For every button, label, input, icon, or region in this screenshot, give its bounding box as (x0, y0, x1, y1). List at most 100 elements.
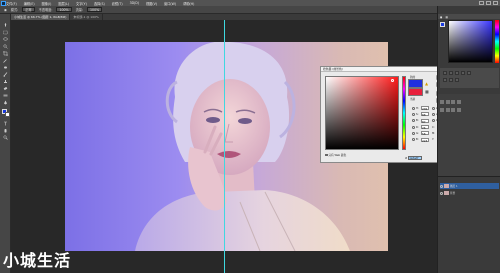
minimize-icon[interactable] (479, 0, 484, 5)
stamp-tool-icon[interactable] (3, 78, 9, 84)
marquee-tool-icon[interactable] (3, 29, 9, 35)
adjustments-row (440, 100, 461, 104)
swatch-cell[interactable] (443, 78, 447, 82)
swatches-panel-tab-icon[interactable]: ▦ (445, 15, 448, 19)
menu-window[interactable]: 窗口(W) (164, 1, 176, 6)
saturation-brightness-field[interactable] (325, 76, 399, 150)
radio-g[interactable] (412, 131, 415, 135)
crop-tool-icon[interactable] (3, 50, 9, 56)
out-of-gamut-warning-icon[interactable]: ▲ (425, 81, 429, 86)
radio-s[interactable] (412, 112, 415, 116)
field-input-h[interactable]: 235 (421, 106, 429, 111)
menu-type[interactable]: 文字(Y) (76, 1, 87, 6)
swatch-cell[interactable] (449, 78, 453, 82)
color-balance-icon[interactable] (451, 108, 455, 112)
swatch-cell[interactable] (461, 71, 465, 75)
radio-a[interactable] (432, 112, 435, 116)
radio-lab-b[interactable] (432, 119, 435, 123)
layer-row[interactable]: 图层 1 (440, 183, 499, 189)
radio-l[interactable] (432, 106, 435, 110)
text-tool-icon[interactable] (3, 120, 9, 126)
swatch-cell[interactable] (455, 78, 459, 82)
hex-input[interactable]: 1a3adf (408, 156, 423, 160)
pen-tool-icon[interactable] (3, 99, 9, 105)
web-colors-label: 只有 Web 颜色 (328, 154, 347, 157)
menu-layer[interactable]: 图层(L) (58, 1, 69, 6)
field-input-blue[interactable]: 223 (421, 137, 429, 143)
color-panel-field[interactable] (448, 20, 493, 63)
black-white-icon[interactable] (456, 108, 461, 112)
maximize-icon[interactable] (486, 0, 491, 5)
radio-h[interactable] (412, 106, 415, 110)
menu-3d[interactable]: 3D(D) (130, 1, 139, 5)
swatch-cell[interactable] (443, 71, 447, 75)
brightness-icon[interactable] (440, 100, 444, 104)
field-input-r[interactable]: 26 (421, 125, 429, 130)
menu-file[interactable]: 文件(F) (6, 1, 17, 6)
gradient-tool-icon[interactable] (3, 92, 9, 98)
tools-panel (0, 14, 11, 273)
visibility-eye-icon[interactable] (440, 191, 443, 195)
photoshop-window: 文件(F) 编辑(E) 图像(I) 图层(L) 文字(Y) 选择(S) 滤镜(T… (0, 0, 500, 273)
swatch-cell[interactable] (455, 71, 459, 75)
vibrance-icon[interactable] (440, 108, 444, 112)
layer-thumbnail (444, 191, 449, 195)
panel-foreground-swatch[interactable] (440, 22, 445, 27)
menu-filter[interactable]: 滤镜(T) (112, 1, 123, 6)
layer-name: 背景 (450, 192, 456, 195)
layer-name: 图层 1 (450, 185, 458, 188)
menu-view[interactable]: 视图(V) (146, 1, 157, 6)
field-input-g[interactable]: 58 (421, 131, 429, 136)
opacity-input[interactable]: 100% (56, 7, 72, 12)
brush-preset-icon[interactable]: ◉ (4, 8, 7, 12)
field-row-blue: B: 223 (412, 136, 429, 143)
swatch-cell[interactable] (449, 71, 453, 75)
vertical-guide[interactable] (224, 20, 225, 273)
hex-label: # (405, 156, 408, 160)
healing-tool-icon[interactable] (3, 64, 9, 70)
current-color-label: 当前 (410, 98, 416, 101)
move-tool-icon[interactable] (3, 22, 9, 28)
menu-image[interactable]: 图像(I) (42, 1, 52, 6)
color-panel-tab-icon[interactable]: ◼ (440, 15, 442, 19)
web-safe-cube-icon[interactable]: ■ (425, 89, 429, 94)
color-field-cursor[interactable] (391, 79, 394, 82)
hue-saturation-icon[interactable] (445, 108, 450, 112)
eyedropper-tool-icon[interactable] (3, 57, 9, 63)
mode-select[interactable]: 正常 (22, 7, 35, 12)
menu-select[interactable]: 选择(S) (94, 1, 105, 6)
exposure-icon[interactable] (456, 100, 461, 104)
eraser-tool-icon[interactable] (3, 85, 9, 91)
color-panel-hue-slider[interactable] (495, 20, 499, 63)
radio-blue[interactable] (412, 138, 415, 142)
zoom-tool-icon[interactable] (3, 134, 9, 140)
flow-input[interactable]: 100% (87, 7, 103, 12)
radio-r[interactable] (412, 125, 415, 129)
brush-tool-icon[interactable] (3, 71, 9, 77)
photoshop-logo-icon (1, 0, 6, 6)
swatches-panel (440, 68, 499, 88)
hue-slider[interactable] (402, 76, 406, 150)
current-color-preview[interactable] (408, 88, 423, 96)
swatch-cell[interactable] (467, 71, 471, 75)
field-input-s[interactable]: 88 (421, 112, 429, 117)
menu-help[interactable]: 帮助(H) (183, 1, 194, 6)
menu-edit[interactable]: 编辑(E) (24, 1, 35, 6)
quick-select-tool-icon[interactable] (3, 43, 9, 49)
field-input-b[interactable]: 87 (421, 118, 429, 124)
new-color-preview (408, 79, 423, 88)
close-window-icon[interactable] (493, 0, 498, 5)
radio-b[interactable] (412, 119, 415, 123)
field-label-m: M: (432, 131, 436, 135)
background-color-swatch[interactable] (4, 111, 10, 117)
web-colors-checkbox[interactable] (325, 153, 328, 157)
curves-icon[interactable] (451, 100, 455, 104)
levels-icon[interactable] (445, 100, 450, 104)
field-label-r: R: (416, 125, 419, 129)
hand-tool-icon[interactable] (3, 127, 9, 133)
layer-row[interactable]: 背景 (440, 190, 499, 196)
window-controls (479, 0, 498, 5)
web-colors-only-option[interactable]: 只有 Web 颜色 (325, 153, 346, 157)
lasso-tool-icon[interactable] (3, 36, 9, 42)
visibility-eye-icon[interactable] (440, 184, 443, 188)
